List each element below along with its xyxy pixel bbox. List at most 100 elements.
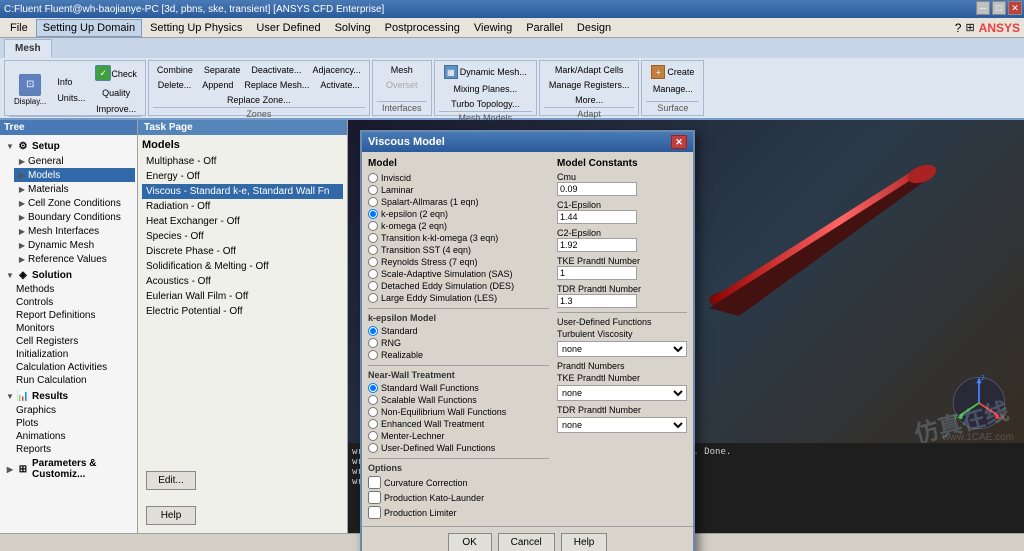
check-curvature[interactable]: Curvature Correction: [368, 475, 549, 490]
tree-controls[interactable]: Controls: [14, 296, 135, 309]
quality-button[interactable]: Quality: [98, 86, 134, 100]
replace-mesh-button[interactable]: Replace Mesh...: [240, 78, 313, 92]
tree-reports[interactable]: Reports: [14, 443, 135, 456]
minimize-button[interactable]: ─: [976, 1, 990, 15]
task-solidification[interactable]: Solidification & Melting - Off: [142, 259, 343, 274]
radio-transition-sst[interactable]: Transition SST (4 eqn): [368, 244, 549, 256]
tree-run-calc[interactable]: Run Calculation: [14, 374, 135, 387]
dialog-close-button[interactable]: ✕: [671, 135, 687, 149]
menu-postprocessing[interactable]: Postprocessing: [379, 20, 466, 36]
task-help-button[interactable]: Help: [146, 506, 196, 525]
radio-standard[interactable]: Standard: [368, 325, 549, 337]
c1eps-input[interactable]: [557, 210, 637, 224]
dialog-cancel-button[interactable]: Cancel: [498, 533, 555, 551]
combine-button[interactable]: Combine: [153, 63, 197, 77]
task-acoustics[interactable]: Acoustics - Off: [142, 274, 343, 289]
tab-mesh[interactable]: Mesh: [4, 39, 52, 58]
cmu-input[interactable]: [557, 182, 637, 196]
task-heat-exchanger[interactable]: Heat Exchanger - Off: [142, 214, 343, 229]
improve-button[interactable]: Improve...: [92, 102, 140, 116]
tree-models[interactable]: ▶ Models: [14, 168, 135, 182]
tree-section-solution[interactable]: ▼ ◈ Solution: [2, 266, 135, 283]
tree-materials[interactable]: ▶ Materials: [14, 182, 135, 196]
menu-viewing[interactable]: Viewing: [468, 20, 518, 36]
tree-general[interactable]: ▶ General: [14, 154, 135, 168]
tree-reference-values[interactable]: ▶ Reference Values: [14, 252, 135, 266]
radio-realizable[interactable]: Realizable: [368, 349, 549, 361]
units-button[interactable]: Units...: [53, 91, 89, 105]
menu-design[interactable]: Design: [571, 20, 617, 36]
task-viscous[interactable]: Viscous - Standard k-e, Standard Wall Fn: [142, 184, 343, 199]
radio-rng[interactable]: RNG: [368, 337, 549, 349]
results-toggle[interactable]: ▼: [4, 390, 16, 402]
mixing-planes-button[interactable]: Mixing Planes...: [449, 82, 523, 96]
activate-button[interactable]: Activate...: [316, 78, 364, 92]
adapt-more-button[interactable]: More...: [570, 93, 608, 107]
radio-des[interactable]: Detached Eddy Simulation (DES): [368, 280, 549, 292]
check-production-limiter[interactable]: Production Limiter: [368, 505, 549, 520]
params-toggle[interactable]: ▶: [4, 463, 16, 475]
tree-cell-registers[interactable]: Cell Registers: [14, 335, 135, 348]
menu-setup-domain[interactable]: Setting Up Domain: [36, 19, 142, 37]
close-button[interactable]: ✕: [1008, 1, 1022, 15]
menu-file[interactable]: File: [4, 20, 34, 36]
tree-section-results[interactable]: ▼ 📊 Results: [2, 387, 135, 404]
task-multiphase[interactable]: Multiphase - Off: [142, 154, 343, 169]
tdr-prandtl-select[interactable]: none: [557, 417, 687, 433]
menu-parallel[interactable]: Parallel: [520, 20, 569, 36]
radio-menter[interactable]: Menter-Lechner: [368, 430, 549, 442]
tdr-prandtl-input[interactable]: [557, 294, 637, 308]
turb-viscosity-select[interactable]: none: [557, 341, 687, 357]
radio-spalart[interactable]: Spalart-Allmaras (1 eqn): [368, 196, 549, 208]
tree-dynamic-mesh[interactable]: ▶ Dynamic Mesh: [14, 238, 135, 252]
manage-registers-button[interactable]: Manage Registers...: [544, 78, 635, 92]
radio-standard-wall[interactable]: Standard Wall Functions: [368, 382, 549, 394]
create-surface-button[interactable]: + Create: [646, 63, 699, 81]
radio-reynolds[interactable]: Reynolds Stress (7 eqn): [368, 256, 549, 268]
tke-prandtl-input[interactable]: [557, 266, 637, 280]
append-button[interactable]: Append: [198, 78, 237, 92]
separate-button[interactable]: Separate: [200, 63, 245, 77]
task-wall-film[interactable]: Eulerian Wall Film - Off: [142, 289, 343, 304]
dialog-help-button[interactable]: Help: [561, 533, 608, 551]
solution-toggle[interactable]: ▼: [4, 269, 16, 281]
tree-cell-zone[interactable]: ▶ Cell Zone Conditions: [14, 196, 135, 210]
tree-mesh-interfaces[interactable]: ▶ Mesh Interfaces: [14, 224, 135, 238]
mark-adapt-button[interactable]: Mark/Adapt Cells: [550, 63, 629, 77]
tree-graphics[interactable]: Graphics: [14, 404, 135, 417]
tree-monitors[interactable]: Monitors: [14, 322, 135, 335]
menu-setup-physics[interactable]: Setting Up Physics: [144, 20, 248, 36]
task-edit-button[interactable]: Edit...: [146, 471, 196, 490]
task-discrete-phase[interactable]: Discrete Phase - Off: [142, 244, 343, 259]
menu-solving[interactable]: Solving: [329, 20, 377, 36]
mesh-interface-button[interactable]: Mesh: [386, 63, 418, 77]
deactivate-button[interactable]: Deactivate...: [247, 63, 305, 77]
task-energy[interactable]: Energy - Off: [142, 169, 343, 184]
manage-surface-button[interactable]: Manage...: [648, 82, 698, 96]
radio-sas[interactable]: Scale-Adaptive Simulation (SAS): [368, 268, 549, 280]
task-electric[interactable]: Electric Potential - Off: [142, 304, 343, 319]
radio-enhanced-wall[interactable]: Enhanced Wall Treatment: [368, 418, 549, 430]
radio-transition-kklomega[interactable]: Transition k-kl-omega (3 eqn): [368, 232, 549, 244]
tree-section-params[interactable]: ▶ ⊞ Parameters & Customiz...: [2, 456, 135, 481]
tke-prandtl-select[interactable]: none: [557, 385, 687, 401]
tree-calc-activities[interactable]: Calculation Activities: [14, 361, 135, 374]
radio-komega[interactable]: k-omega (2 eqn): [368, 220, 549, 232]
check-production-kato[interactable]: Production Kato-Launder: [368, 490, 549, 505]
task-species[interactable]: Species - Off: [142, 229, 343, 244]
info-button[interactable]: Info: [53, 75, 89, 89]
options-icon[interactable]: ⊞: [965, 21, 974, 34]
radio-kepsilon[interactable]: k-epsilon (2 eqn): [368, 208, 549, 220]
help-icon[interactable]: ?: [955, 21, 962, 35]
tree-initialization[interactable]: Initialization: [14, 348, 135, 361]
tree-methods[interactable]: Methods: [14, 283, 135, 296]
radio-inviscid[interactable]: Inviscid: [368, 172, 549, 184]
radio-ud-wall[interactable]: User-Defined Wall Functions: [368, 442, 549, 454]
tree-boundary[interactable]: ▶ Boundary Conditions: [14, 210, 135, 224]
setup-toggle[interactable]: ▼: [4, 140, 16, 152]
dynamic-mesh-button[interactable]: ▦ Dynamic Mesh...: [439, 63, 532, 81]
radio-noneq-wall[interactable]: Non-Equilibrium Wall Functions: [368, 406, 549, 418]
overset-button[interactable]: Overset: [381, 78, 423, 92]
tree-report-defs[interactable]: Report Definitions: [14, 309, 135, 322]
tree-plots[interactable]: Plots: [14, 417, 135, 430]
